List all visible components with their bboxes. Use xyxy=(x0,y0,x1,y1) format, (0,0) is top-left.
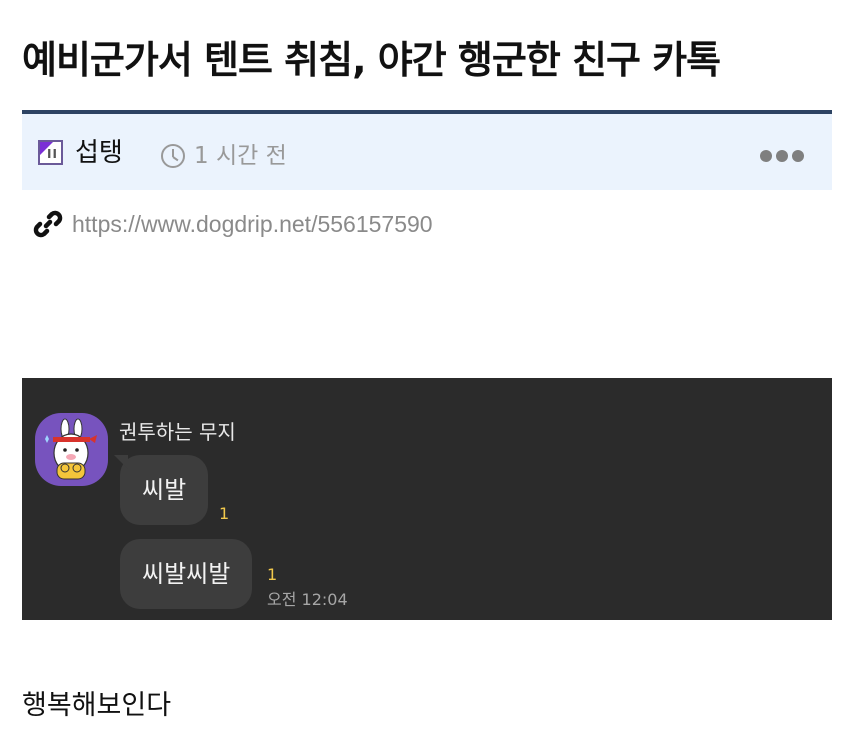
unread-count: 1 xyxy=(267,565,278,584)
clock-icon xyxy=(161,144,185,168)
post-title: 예비군가서 텐트 취침, 야간 행군한 친구 카톡 xyxy=(22,38,721,82)
unread-count: 1 xyxy=(219,504,230,523)
chat-bubble: 씨발씨발 xyxy=(120,539,253,609)
chat-screenshot: 권투하는 무지 씨발 1 씨발씨발 1 오전 12:04 xyxy=(22,378,832,620)
source-link[interactable]: https://www.dogdrip.net/556157590 xyxy=(32,206,632,242)
post-meta-bar: II 섭탱 1 시간 전 xyxy=(22,110,832,190)
post-body-text: 행복해보인다 xyxy=(22,690,172,721)
chat-timestamp: 오전 12:04 xyxy=(267,590,348,609)
more-icon[interactable] xyxy=(760,150,804,162)
chat-sender-name: 권투하는 무지 xyxy=(119,420,236,444)
category-label[interactable]: 섭탱 xyxy=(75,136,123,170)
category-icon[interactable]: II xyxy=(38,140,63,165)
link-url[interactable]: https://www.dogdrip.net/556157590 xyxy=(72,208,433,240)
chat-bubble: 씨발 xyxy=(113,455,209,525)
link-icon xyxy=(33,210,63,238)
post-time: 1 시간 전 xyxy=(194,143,287,169)
rabbit-avatar xyxy=(35,413,108,486)
